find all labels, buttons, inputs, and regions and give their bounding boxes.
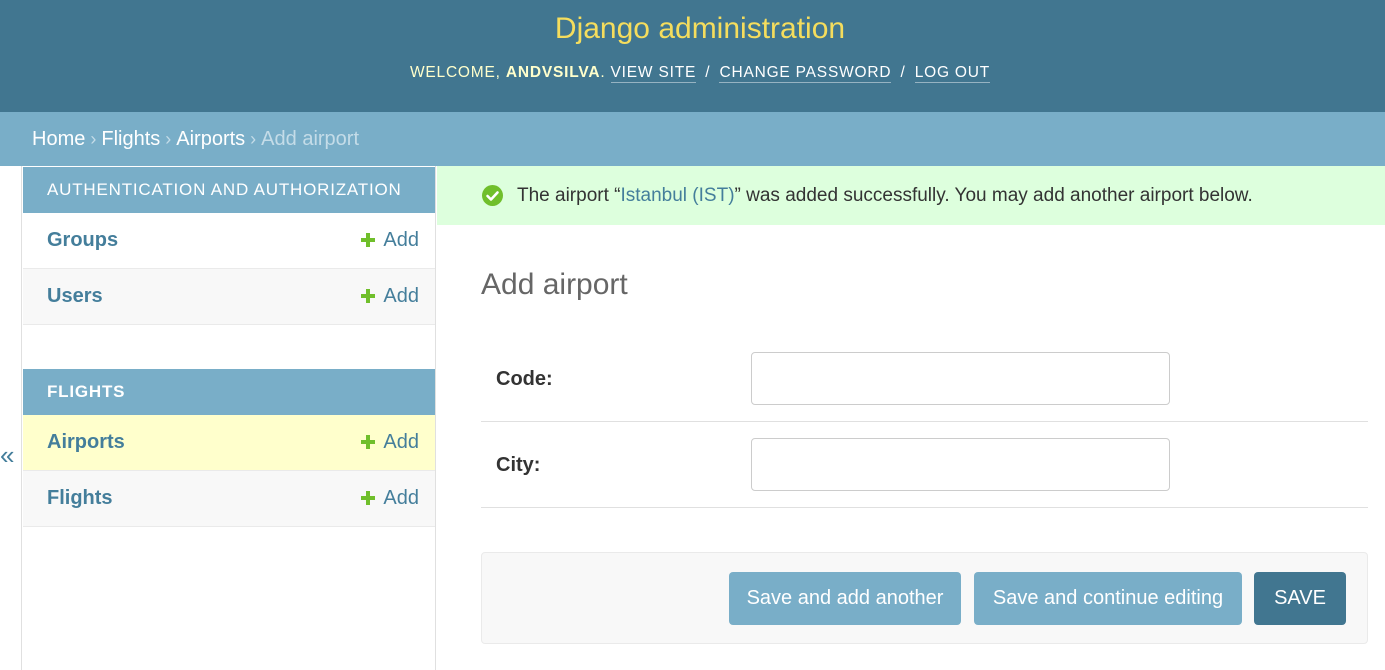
success-check-icon xyxy=(482,185,503,206)
message-suffix: ” was added successfully. You may add an… xyxy=(734,185,1253,206)
message-prefix: The airport “ xyxy=(517,185,621,206)
model-link-groups[interactable]: Groups xyxy=(47,213,118,268)
plus-icon xyxy=(361,289,376,303)
sidebar-item-airports: Airports Add xyxy=(23,415,435,471)
add-label: Add xyxy=(383,229,419,251)
save-and-add-another-button[interactable]: Save and add another xyxy=(729,572,961,625)
model-link-flights[interactable]: Flights xyxy=(47,471,113,526)
breadcrumb-current: Add airport xyxy=(261,128,360,150)
code-label: Code: xyxy=(496,368,553,390)
success-message: The airport “Istanbul (IST)” was added s… xyxy=(437,166,1385,225)
change-password-link[interactable]: Change password xyxy=(719,64,892,83)
plus-icon xyxy=(361,233,376,247)
add-label: Add xyxy=(383,487,419,509)
code-field[interactable] xyxy=(751,352,1170,405)
toggle-sidebar-button[interactable]: « xyxy=(0,166,22,670)
submit-row: Save and add another Save and continue e… xyxy=(481,552,1368,644)
welcome-text: Welcome, xyxy=(409,64,506,81)
module-auth: Authentication and Authorization Groups … xyxy=(23,167,435,325)
sidebar-item-groups: Groups Add xyxy=(23,213,435,269)
breadcrumb-separator: › xyxy=(165,129,172,149)
welcome-suffix: . xyxy=(600,64,606,81)
breadcrumb-home-link[interactable]: Home xyxy=(32,128,85,150)
double-chevron-left-icon: « xyxy=(0,440,15,470)
user-tools: Welcome, andvsilva. View site / Change p… xyxy=(0,64,1385,83)
breadcrumb-airports-link[interactable]: Airports xyxy=(176,128,245,150)
add-flights-link[interactable]: Add xyxy=(361,471,419,526)
sidebar-item-flights: Flights Add xyxy=(23,471,435,527)
add-groups-link[interactable]: Add xyxy=(361,213,419,268)
add-label: Add xyxy=(383,431,419,453)
breadcrumb-separator: › xyxy=(250,129,257,149)
separator: / xyxy=(900,64,906,81)
module-caption-auth[interactable]: Authentication and Authorization xyxy=(23,167,435,213)
save-button[interactable]: Save xyxy=(1254,572,1346,625)
add-users-link[interactable]: Add xyxy=(361,269,419,324)
separator: / xyxy=(705,64,711,81)
nav-sidebar: Authentication and Authorization Groups … xyxy=(22,166,436,670)
form-row-city: City: xyxy=(481,422,1368,508)
breadcrumb-separator: › xyxy=(90,129,97,149)
log-out-link[interactable]: Log out xyxy=(914,64,991,83)
model-link-airports[interactable]: Airports xyxy=(47,415,125,470)
save-and-continue-button[interactable]: Save and continue editing xyxy=(974,572,1242,625)
add-airports-link[interactable]: Add xyxy=(361,415,419,470)
city-label: City: xyxy=(496,454,541,476)
username: andvsilva xyxy=(505,64,601,81)
plus-icon xyxy=(361,435,376,449)
model-link-users[interactable]: Users xyxy=(47,269,103,324)
view-site-link[interactable]: View site xyxy=(610,64,697,83)
module-caption-flights[interactable]: Flights xyxy=(23,369,435,415)
added-object-link[interactable]: Istanbul (IST) xyxy=(620,185,734,206)
add-label: Add xyxy=(383,285,419,307)
module-flights: Flights Airports Add Flights Add xyxy=(23,369,435,527)
sidebar-item-users: Users Add xyxy=(23,269,435,325)
plus-icon xyxy=(361,491,376,505)
breadcrumb: Home › Flights › Airports › Add airport xyxy=(0,112,1385,166)
form-row-code: Code: xyxy=(481,336,1368,422)
site-title: Django administration xyxy=(554,12,846,45)
header: Django administration Welcome, andvsilva… xyxy=(0,0,1385,112)
city-field[interactable] xyxy=(751,438,1170,491)
breadcrumb-flights-link[interactable]: Flights xyxy=(101,128,160,150)
page-title: Add airport xyxy=(481,268,628,301)
